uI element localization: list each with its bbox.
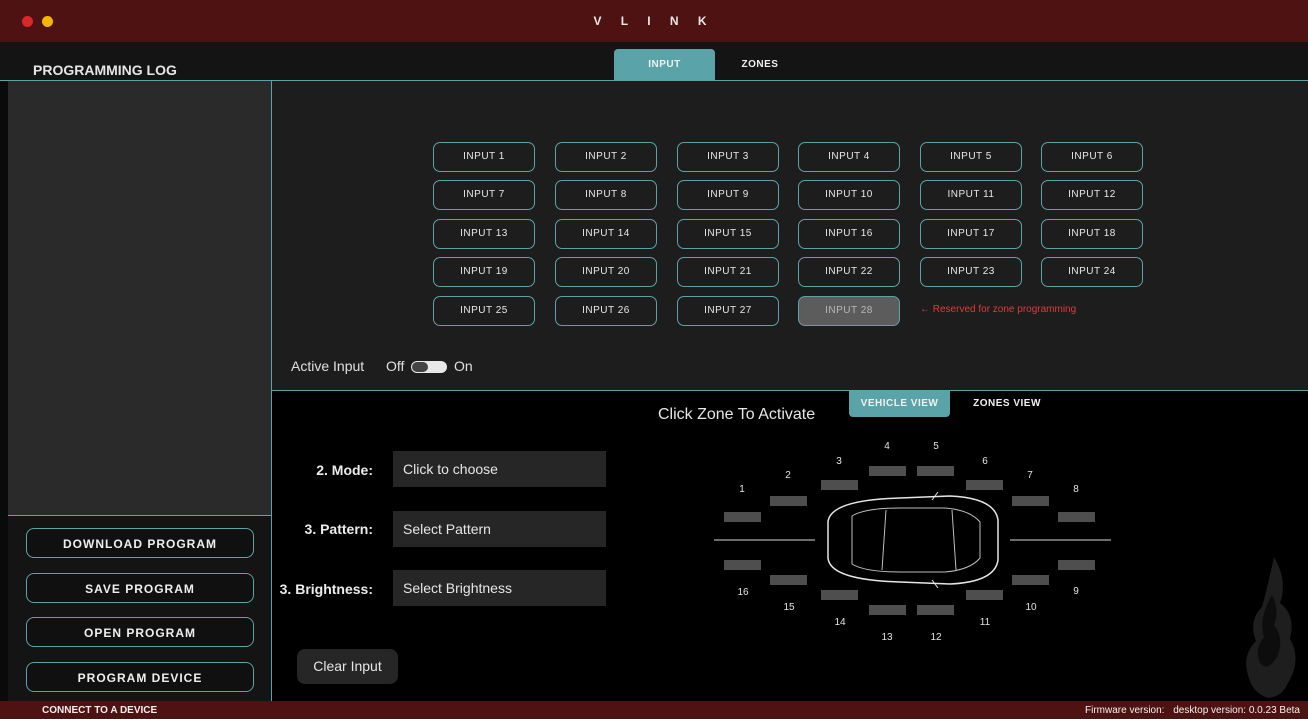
zone-number-3: 3	[836, 456, 842, 467]
input-button-13[interactable]: INPUT 13	[433, 219, 535, 249]
open-program-button[interactable]: OPEN PROGRAM	[26, 617, 254, 647]
input-button-2[interactable]: INPUT 2	[555, 142, 657, 172]
toggle-off-label: Off	[386, 358, 405, 374]
input-button-22[interactable]: INPUT 22	[798, 257, 900, 287]
input-button-18[interactable]: INPUT 18	[1041, 219, 1143, 249]
zone-area-title: Click Zone To Activate	[658, 406, 816, 423]
input-button-6[interactable]: INPUT 6	[1041, 142, 1143, 172]
input-button-3[interactable]: INPUT 3	[677, 142, 779, 172]
version-info: Firmware version: desktop version: 0.0.2…	[1079, 705, 1300, 716]
mode-dropdown[interactable]: Click to choose	[393, 451, 606, 487]
zone-number-4: 4	[884, 441, 890, 452]
zone-6-pad[interactable]	[966, 480, 1003, 490]
zone-13-pad[interactable]	[869, 605, 906, 615]
zone-number-11: 11	[980, 617, 991, 628]
zone-16-pad[interactable]	[724, 560, 761, 570]
desktop-version-label: desktop version: 0.0.23 Beta	[1173, 705, 1300, 716]
tab-zones-view[interactable]: ZONES VIEW	[955, 390, 1059, 417]
app-title: V L I N K	[593, 14, 715, 28]
tab-input[interactable]: INPUT	[614, 49, 715, 80]
input-button-27[interactable]: INPUT 27	[677, 296, 779, 326]
input-button-24[interactable]: INPUT 24	[1041, 257, 1143, 287]
zone-4-pad[interactable]	[869, 466, 906, 476]
input-button-10[interactable]: INPUT 10	[798, 180, 900, 210]
zone-2-pad[interactable]	[770, 496, 807, 506]
toggle-on-label: On	[454, 358, 473, 374]
input-button-8[interactable]: INPUT 8	[555, 180, 657, 210]
active-input-toggle[interactable]	[411, 361, 447, 373]
input-button-1[interactable]: INPUT 1	[433, 142, 535, 172]
zone-number-16: 16	[737, 587, 749, 598]
zone-number-12: 12	[930, 632, 942, 643]
zone-14-pad[interactable]	[821, 590, 858, 600]
input-button-14[interactable]: INPUT 14	[555, 219, 657, 249]
zone-12-pad[interactable]	[917, 605, 954, 615]
brightness-label: 3. Brightness:	[279, 581, 373, 597]
input-button-11[interactable]: INPUT 11	[920, 180, 1022, 210]
connect-device-status[interactable]: CONNECT TO A DEVICE	[42, 705, 157, 716]
pattern-dropdown[interactable]: Select Pattern	[393, 511, 606, 547]
input-button-7[interactable]: INPUT 7	[433, 180, 535, 210]
zone-15-pad[interactable]	[770, 575, 807, 585]
zone-number-6: 6	[982, 456, 988, 467]
zone-number-2: 2	[785, 470, 791, 481]
zone-number-14: 14	[834, 617, 846, 628]
input-button-12[interactable]: INPUT 12	[1041, 180, 1143, 210]
toggle-knob	[412, 362, 428, 372]
zone-number-8: 8	[1073, 484, 1079, 495]
zone-number-7: 7	[1027, 470, 1033, 481]
tab-zones[interactable]: ZONES	[715, 49, 805, 80]
input-button-19[interactable]: INPUT 19	[433, 257, 535, 287]
brightness-dropdown[interactable]: Select Brightness	[393, 570, 606, 606]
input-button-25[interactable]: INPUT 25	[433, 296, 535, 326]
programming-log-panel	[8, 81, 271, 515]
input-grid-panel	[272, 81, 1308, 391]
zone-3-pad[interactable]	[821, 480, 858, 490]
download-program-button[interactable]: DOWNLOAD PROGRAM	[26, 528, 254, 558]
zone-number-15: 15	[783, 602, 795, 613]
brand-flame-watermark-icon	[1246, 557, 1296, 698]
zone-11-pad[interactable]	[966, 590, 1003, 600]
tab-vehicle-view[interactable]: VEHICLE VIEW	[849, 390, 950, 417]
mode-label: 2. Mode:	[316, 462, 373, 478]
input-button-21[interactable]: INPUT 21	[677, 257, 779, 287]
input-button-28-reserved: INPUT 28	[798, 296, 900, 326]
input-button-5[interactable]: INPUT 5	[920, 142, 1022, 172]
input-button-17[interactable]: INPUT 17	[920, 219, 1022, 249]
zone-7-pad[interactable]	[1012, 496, 1049, 506]
zone-8-pad[interactable]	[1058, 512, 1095, 522]
program-device-button[interactable]: PROGRAM DEVICE	[26, 662, 254, 692]
programming-log-title: PROGRAMMING LOG	[33, 62, 177, 78]
input-button-23[interactable]: INPUT 23	[920, 257, 1022, 287]
input-button-15[interactable]: INPUT 15	[677, 219, 779, 249]
zone-number-1: 1	[739, 484, 745, 495]
zone-1-pad[interactable]	[724, 512, 761, 522]
input-button-4[interactable]: INPUT 4	[798, 142, 900, 172]
input-button-20[interactable]: INPUT 20	[555, 257, 657, 287]
car-top-view-icon	[827, 491, 999, 589]
clear-input-button[interactable]: Clear Input	[297, 649, 398, 684]
pattern-label: 3. Pattern:	[304, 521, 373, 537]
zone-5-pad[interactable]	[917, 466, 954, 476]
zone-10-pad[interactable]	[1012, 575, 1049, 585]
input-button-26[interactable]: INPUT 26	[555, 296, 657, 326]
input-button-9[interactable]: INPUT 9	[677, 180, 779, 210]
input-button-16[interactable]: INPUT 16	[798, 219, 900, 249]
active-input-label: Active Input	[291, 358, 365, 374]
zone-number-10: 10	[1025, 602, 1037, 613]
zone-number-9: 9	[1073, 586, 1079, 597]
zone-9-pad[interactable]	[1058, 560, 1095, 570]
firmware-version-label: Firmware version:	[1085, 705, 1165, 716]
zone-number-5: 5	[933, 441, 939, 452]
reserved-note: ← Reserved for zone programming	[920, 304, 1077, 315]
zone-number-13: 13	[881, 632, 893, 643]
vehicle-zone-diagram: 1 2 3 4 5 6 7 8 9 10 11 12 13 14 15 16	[714, 441, 1111, 643]
save-program-button[interactable]: SAVE PROGRAM	[26, 573, 254, 603]
